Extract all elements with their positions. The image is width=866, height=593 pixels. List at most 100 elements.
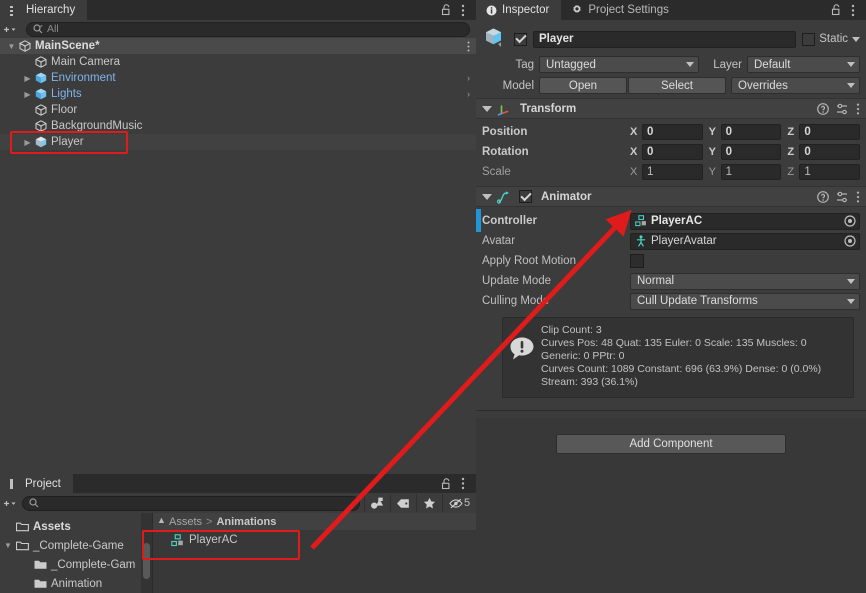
hierarchy-search-input[interactable]: All — [26, 21, 470, 37]
folder-open-icon — [14, 540, 30, 551]
hierarchy-row-lights[interactable]: ▶ Lights › — [0, 86, 476, 102]
transform-rotation-z-input[interactable]: 0 — [799, 144, 861, 160]
inspector-tabbar: Inspector Project Settings — [476, 0, 866, 20]
transform-position-x-input[interactable]: 0 — [642, 124, 703, 140]
model-open-label: Open — [568, 79, 598, 92]
kebab-menu-icon[interactable] — [456, 475, 470, 493]
tag-dropdown[interactable]: Untagged — [539, 56, 699, 73]
animator-controller-field[interactable]: PlayerAC — [630, 212, 860, 230]
prefab-variant-icon[interactable] — [482, 26, 508, 52]
folder-icon — [32, 578, 48, 589]
hierarchy-row-main-camera[interactable]: Main Camera — [0, 54, 476, 70]
foldout-triangle-icon[interactable] — [482, 105, 492, 112]
tab-inspector[interactable]: Inspector — [476, 0, 562, 20]
transform-rotation-vector: X0Y0Z0 — [630, 144, 861, 160]
lock-open-icon[interactable] — [439, 1, 453, 19]
kebab-menu-icon[interactable] — [856, 191, 860, 203]
transform-position-z-input[interactable]: 0 — [799, 124, 861, 140]
help-icon[interactable] — [817, 190, 829, 203]
project-tree-label: Animation — [51, 577, 103, 590]
animator-avatar-field[interactable]: PlayerAvatar — [630, 232, 860, 250]
foldout-triangle-icon[interactable] — [482, 193, 492, 200]
transform-scale-y-input[interactable]: 1 — [720, 164, 782, 180]
open-prefab-chevron-icon[interactable]: › — [467, 73, 470, 83]
project-create-menu-button[interactable] — [2, 498, 16, 509]
chevron-down-icon[interactable] — [852, 36, 860, 42]
hierarchy-body: All ▼ MainScene* Main Camera ▶ Environment › ▶… — [0, 20, 476, 474]
transform-rotation-x-input[interactable]: 0 — [642, 144, 703, 160]
animator-apply-root-motion-checkbox[interactable] — [630, 254, 644, 268]
search-icon — [33, 24, 43, 34]
kebab-menu-icon[interactable] — [456, 1, 470, 19]
project-tab-spacer — [73, 474, 439, 493]
transform-scale-x-input[interactable]: 1 — [642, 164, 703, 180]
component-header-animator[interactable]: Animator — [476, 186, 866, 207]
breadcrumb-root[interactable]: Assets — [169, 516, 202, 528]
hierarchy-row-environment[interactable]: ▶ Environment › — [0, 70, 476, 86]
transform-row-scale: Scale X 1 Y 1 Z 1 — [482, 162, 861, 182]
preset-icon[interactable] — [836, 191, 849, 203]
kebab-menu-icon[interactable] — [467, 41, 470, 52]
hierarchy-row-mainscene[interactable]: ▼ MainScene* — [0, 38, 476, 54]
project-tree-label: _Complete-Game — [33, 539, 124, 552]
model-select-button[interactable]: Select — [628, 77, 726, 94]
animator-culling-mode-label: Culling Mode — [482, 295, 550, 307]
breadcrumb-current[interactable]: Animations — [216, 516, 276, 528]
inspector-panel: Inspector Project Settings Player Static… — [476, 0, 866, 593]
lock-open-icon[interactable] — [829, 1, 843, 19]
kebab-menu-icon[interactable] — [846, 1, 860, 19]
project-folder-list: Assets ▼ _Complete-Game _Complete-Gam Animat… — [0, 513, 152, 593]
kebab-menu-icon[interactable] — [856, 103, 860, 115]
layer-dropdown[interactable]: Default — [747, 56, 860, 73]
animator-enabled-checkbox[interactable] — [519, 190, 532, 203]
transform-rotation-y: Y0 — [709, 144, 782, 160]
animator-culling-mode-dropdown[interactable]: Cull Update Transforms — [630, 292, 860, 310]
foldout-expanded-icon[interactable]: ▼ — [6, 42, 17, 51]
project-search-input[interactable] — [22, 495, 360, 511]
project-tree-row[interactable]: Assets — [0, 517, 152, 536]
gameobject-name-field[interactable]: Player — [533, 30, 797, 48]
transform-scale-z: Z1 — [787, 164, 861, 180]
open-prefab-chevron-icon[interactable]: › — [467, 89, 470, 99]
hierarchy-row-floor[interactable]: Floor — [0, 102, 476, 118]
transform-scale-z-input[interactable]: 1 — [799, 164, 861, 180]
favorites-star-icon[interactable] — [416, 494, 442, 512]
tab-project[interactable]: Project — [0, 474, 73, 493]
foldout-expanded-icon[interactable]: ▼ — [2, 541, 14, 550]
project-tree-row[interactable]: Animation — [0, 574, 152, 593]
animator-update-mode-dropdown[interactable]: Normal — [630, 272, 860, 290]
sort-ascending-icon[interactable]: ▲ — [157, 515, 166, 525]
component-header-transform[interactable]: Transform — [476, 98, 866, 119]
animator-info-text: Clip Count: 3 Curves Pos: 48 Quat: 135 E… — [541, 324, 845, 389]
object-picker-icon[interactable] — [843, 214, 857, 228]
project-playerac-highlight — [142, 530, 300, 560]
tab-hierarchy[interactable]: Hierarchy — [0, 0, 88, 20]
gameobject-header-row-tag-layer: Tag Untagged Layer Default — [482, 56, 860, 73]
hidden-packages-icon[interactable]: 5 — [442, 494, 476, 512]
filter-by-label-icon[interactable] — [390, 494, 416, 512]
filter-by-type-icon[interactable] — [364, 494, 390, 512]
tab-project-settings[interactable]: Project Settings — [561, 0, 681, 20]
object-picker-icon[interactable] — [843, 234, 857, 248]
transform-position-y-input[interactable]: 0 — [720, 124, 782, 140]
project-tree-row[interactable]: ▼ _Complete-Game — [0, 536, 152, 555]
create-menu-button[interactable] — [2, 24, 16, 35]
model-open-button[interactable]: Open — [539, 77, 627, 94]
foldout-collapsed-icon[interactable]: ▶ — [22, 90, 33, 99]
transform-rotation-x: X0 — [630, 144, 703, 160]
project-folder-tree: Assets ▼ _Complete-Game _Complete-Gam Animat… — [0, 513, 152, 593]
breadcrumb-separator: > — [206, 515, 213, 528]
gameobject-enabled-checkbox[interactable] — [514, 32, 527, 46]
chevron-down-icon — [847, 83, 855, 88]
project-tree-row[interactable]: _Complete-Gam — [0, 555, 152, 574]
static-toggle[interactable]: Static — [802, 32, 860, 46]
help-icon[interactable] — [817, 102, 829, 115]
preset-icon[interactable] — [836, 103, 849, 115]
lock-open-icon[interactable] — [439, 475, 453, 493]
transform-rows: Position X 0 Y 0 Z 0 Rotation X 0 Y 0 Z 0 Scale X 1 Y 1 Z 1 — [482, 122, 861, 182]
static-checkbox[interactable] — [802, 32, 816, 46]
foldout-collapsed-icon[interactable]: ▶ — [22, 74, 33, 83]
transform-rotation-y-input[interactable]: 0 — [720, 144, 782, 160]
add-component-button[interactable]: Add Component — [556, 434, 786, 454]
overrides-dropdown[interactable]: Overrides — [731, 77, 860, 94]
